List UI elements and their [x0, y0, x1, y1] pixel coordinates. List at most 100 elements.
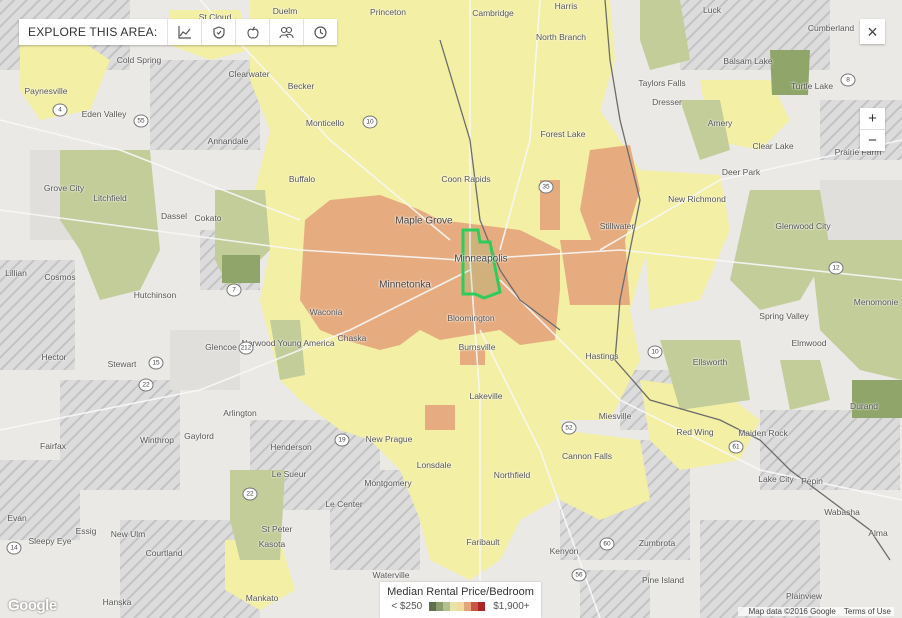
- label-hutchinson: Hutchinson: [133, 290, 177, 300]
- zoom-out-button[interactable]: −: [860, 130, 885, 151]
- label-litchfield: Litchfield: [93, 193, 127, 203]
- legend-scale: < $250 $1,900+: [380, 601, 541, 612]
- legend-swatch: [443, 602, 451, 611]
- label-amery: Amery: [707, 118, 733, 128]
- legend-swatch: [471, 602, 479, 611]
- label-mankato: Mankato: [245, 593, 279, 603]
- explore-toolbar: EXPLORE THIS AREA:: [19, 19, 338, 45]
- highway-shield: 14: [6, 541, 22, 555]
- label-luck: Luck: [703, 5, 721, 15]
- label-zumbrota: Zumbrota: [638, 538, 676, 548]
- highway-shield: 12: [828, 261, 844, 275]
- label-maple-grove: Maple Grove: [395, 215, 453, 227]
- label-durand: Durand: [850, 401, 878, 411]
- label-cumberland: Cumberland: [807, 23, 855, 33]
- legend-swatches: [429, 602, 486, 611]
- highway-shield: 4: [52, 103, 68, 117]
- label-faribault: Faribault: [466, 537, 500, 547]
- label-le-center: Le Center: [325, 499, 363, 509]
- label-eden-valley: Eden Valley: [81, 109, 127, 119]
- label-dassel: Dassel: [161, 211, 187, 221]
- commute-button[interactable]: [303, 19, 337, 45]
- label-grove-city: Grove City: [43, 183, 85, 193]
- label-lonsdale: Lonsdale: [416, 460, 452, 470]
- label-minneapolis: Minneapolis: [454, 253, 508, 265]
- highway-shield: 60: [599, 537, 615, 551]
- highway-shield: 52: [561, 421, 577, 435]
- label-princeton: Princeton: [370, 7, 406, 17]
- label-lake-city: Lake City: [758, 474, 794, 484]
- label-montgomery: Montgomery: [364, 478, 412, 488]
- label-wabasha: Wabasha: [824, 507, 860, 517]
- chart-icon: [178, 25, 191, 39]
- rent-legend: Median Rental Price/Bedroom < $250 $1,90…: [380, 582, 541, 618]
- safety-button[interactable]: [201, 19, 235, 45]
- label-annandale: Annandale: [207, 136, 249, 146]
- close-icon: ×: [867, 21, 878, 42]
- legend-title: Median Rental Price/Bedroom: [387, 586, 534, 598]
- label-north-branch: North Branch: [535, 32, 587, 42]
- map-data-text: Map data ©2016 Google: [748, 607, 836, 616]
- label-clearwater: Clearwater: [228, 69, 270, 79]
- label-deer-park: Deer Park: [721, 167, 761, 177]
- label-cokato: Cokato: [194, 213, 222, 223]
- label-balsam-lake: Balsam Lake: [723, 56, 773, 66]
- highway-shield: 22: [138, 378, 154, 392]
- highway-shield: 61: [728, 440, 744, 454]
- label-northfield: Northfield: [493, 470, 531, 480]
- label-henderson: Henderson: [270, 442, 312, 452]
- label-lakeville: Lakeville: [469, 391, 503, 401]
- highway-shield: 56: [571, 568, 587, 582]
- label-red-wing: Red Wing: [676, 427, 714, 437]
- label-buffalo: Buffalo: [288, 174, 316, 184]
- label-forest-lake: Forest Lake: [540, 129, 586, 139]
- legend-swatch: [436, 602, 444, 611]
- zoom-in-button[interactable]: +: [860, 108, 885, 129]
- label-kasota: Kasota: [258, 539, 286, 549]
- highway-shield: 7: [226, 283, 242, 297]
- legend-swatch: [429, 602, 437, 611]
- label-alma: Alma: [868, 528, 888, 538]
- label-fairfax: Fairfax: [40, 441, 66, 451]
- label-pepin: Pepin: [801, 476, 823, 486]
- label-gaylord: Gaylord: [184, 431, 214, 441]
- label-pine-island: Pine Island: [641, 575, 685, 585]
- label-courtland: Courtland: [145, 548, 183, 558]
- label-clear-lake: Clear Lake: [752, 141, 794, 151]
- region-map[interactable]: [0, 0, 902, 618]
- label-becker: Becker: [287, 81, 315, 91]
- demographics-button[interactable]: [269, 19, 303, 45]
- label-cannon-falls: Cannon Falls: [561, 451, 613, 461]
- label-minnetonka: Minnetonka: [379, 279, 431, 291]
- label-menomonie: Menomonie: [853, 297, 899, 307]
- label-cosmos: Cosmos: [44, 272, 76, 282]
- label-hector: Hector: [41, 352, 67, 362]
- label-le-sueur: Le Sueur: [271, 469, 307, 479]
- label-glenwood-city: Glenwood City: [775, 221, 831, 231]
- legend-low-label: < $250: [391, 601, 423, 612]
- shield-icon: [213, 25, 225, 39]
- legend-high-label: $1,900+: [493, 601, 530, 612]
- label-paynesville: Paynesville: [24, 86, 68, 96]
- label-cambridge: Cambridge: [472, 8, 514, 18]
- label-stewart: Stewart: [107, 359, 137, 369]
- highway-shield: 10: [647, 345, 663, 359]
- label-miesville: Miesville: [598, 411, 632, 421]
- apple-icon: [247, 25, 259, 39]
- label-cold-spring: Cold Spring: [116, 55, 162, 65]
- label-essig: Essig: [75, 526, 97, 536]
- label-monticello: Monticello: [305, 118, 345, 128]
- schools-button[interactable]: [235, 19, 269, 45]
- label-sleepy-eye: Sleepy Eye: [28, 536, 72, 546]
- label-arlington: Arlington: [223, 408, 257, 418]
- label-winthrop: Winthrop: [139, 435, 175, 445]
- highway-shield: 55: [133, 114, 149, 128]
- label-waconia: Waconia: [309, 307, 343, 317]
- label-glencoe: Glencoe: [205, 342, 237, 352]
- terms-link[interactable]: Terms of Use: [844, 607, 891, 616]
- label-bloomington: Bloomington: [447, 313, 495, 323]
- label-kenyon: Kenyon: [549, 546, 579, 556]
- chart-button[interactable]: [167, 19, 201, 45]
- close-button[interactable]: ×: [860, 19, 885, 44]
- legend-swatch: [478, 602, 486, 611]
